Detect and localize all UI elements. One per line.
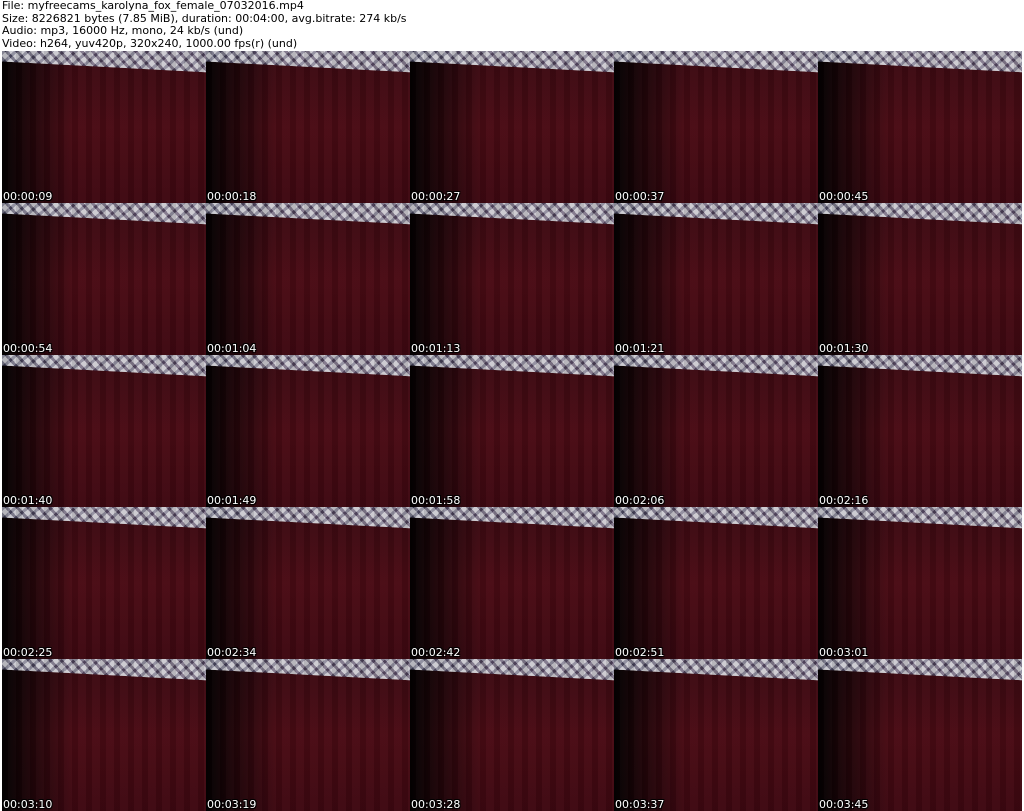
- video-thumbnail: 00:03:45: [818, 659, 1022, 811]
- video-thumbnail: 00:03:19: [206, 659, 410, 811]
- thumbnail-timestamp: 00:03:01: [819, 646, 869, 659]
- thumbnail-timestamp: 00:03:45: [819, 798, 869, 811]
- video-thumbnail: 00:00:37: [614, 51, 818, 203]
- video-thumbnail: 00:02:06: [614, 355, 818, 507]
- thumbnail-timestamp: 00:03:37: [615, 798, 665, 811]
- thumbnail-timestamp: 00:02:51: [615, 646, 665, 659]
- video-thumbnail: 00:03:37: [614, 659, 818, 811]
- file-name-line: File: myfreecams_karolyna_fox_female_070…: [2, 0, 304, 12]
- thumbnail-timestamp: 00:02:16: [819, 494, 869, 507]
- video-thumbnail: 00:01:30: [818, 203, 1022, 355]
- thumbnail-timestamp: 00:03:28: [411, 798, 461, 811]
- video-thumbnail: 00:03:28: [410, 659, 614, 811]
- video-thumbnail: 00:02:34: [206, 507, 410, 659]
- video-thumbnail: 00:01:49: [206, 355, 410, 507]
- file-info-header: File: myfreecams_karolyna_fox_female_070…: [2, 0, 407, 50]
- thumbnail-timestamp: 00:01:21: [615, 342, 665, 355]
- video-thumbnail: 00:02:42: [410, 507, 614, 659]
- video-thumbnail: 00:02:25: [2, 507, 206, 659]
- thumbnail-timestamp: 00:00:18: [207, 190, 257, 203]
- thumbnail-timestamp: 00:00:45: [819, 190, 869, 203]
- video-thumbnail: 00:03:10: [2, 659, 206, 811]
- thumbnail-timestamp: 00:00:54: [3, 342, 53, 355]
- video-thumbnail: 00:03:01: [818, 507, 1022, 659]
- thumbnail-timestamp: 00:02:25: [3, 646, 53, 659]
- video-thumbnail: 00:02:16: [818, 355, 1022, 507]
- video-info-line: Video: h264, yuv420p, 320x240, 1000.00 f…: [2, 36, 298, 50]
- audio-info-line: Audio: mp3, 16000 Hz, mono, 24 kb/s (und…: [2, 24, 244, 37]
- thumbnail-timestamp: 00:01:30: [819, 342, 869, 355]
- thumbnail-timestamp: 00:02:06: [615, 494, 665, 507]
- thumbnail-timestamp: 00:02:34: [207, 646, 257, 659]
- thumbnail-timestamp: 00:00:27: [411, 190, 461, 203]
- video-thumbnail: 00:01:04: [206, 203, 410, 355]
- video-thumbnail: 00:00:09: [2, 51, 206, 203]
- thumbnail-timestamp: 00:01:40: [3, 494, 53, 507]
- thumbnail-timestamp: 00:03:10: [3, 798, 53, 811]
- thumbnail-timestamp: 00:01:13: [411, 342, 461, 355]
- thumbnail-grid: 00:00:09 00:00:18 00:00:27 00:00:37 00:00:45…: [2, 51, 1022, 811]
- video-thumbnail: 00:00:54: [2, 203, 206, 355]
- video-thumbnail: 00:01:21: [614, 203, 818, 355]
- thumbnail-timestamp: 00:02:42: [411, 646, 461, 659]
- video-thumbnail: 00:00:45: [818, 51, 1022, 203]
- video-thumbnail: 00:00:18: [206, 51, 410, 203]
- thumbnail-timestamp: 00:01:58: [411, 494, 461, 507]
- thumbnail-timestamp: 00:03:19: [207, 798, 257, 811]
- video-thumbnail: 00:01:40: [2, 355, 206, 507]
- thumbnail-timestamp: 00:00:37: [615, 190, 665, 203]
- video-thumbnail: 00:01:13: [410, 203, 614, 355]
- video-thumbnail: 00:00:27: [410, 51, 614, 203]
- thumbnail-timestamp: 00:01:04: [207, 342, 257, 355]
- video-thumbnail: 00:02:51: [614, 507, 818, 659]
- thumbnail-timestamp: 00:00:09: [3, 190, 53, 203]
- thumbnail-timestamp: 00:01:49: [207, 494, 257, 507]
- video-thumbnail: 00:01:58: [410, 355, 614, 507]
